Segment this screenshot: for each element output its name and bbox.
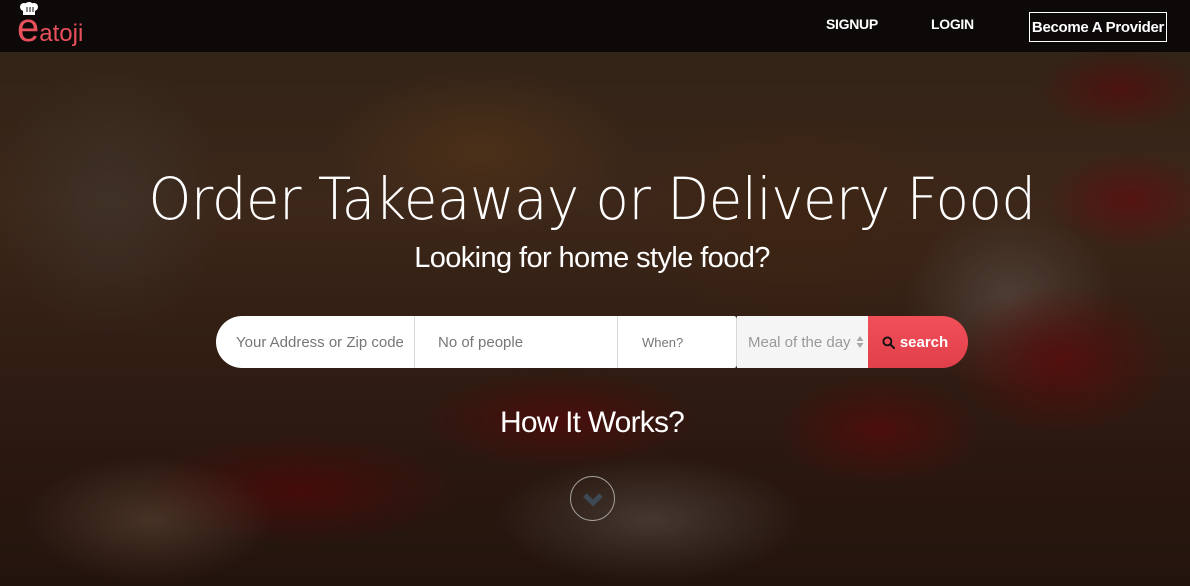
login-link[interactable]: LOGIN bbox=[931, 16, 974, 32]
when-input[interactable] bbox=[642, 334, 736, 350]
chevron-down-icon bbox=[582, 492, 603, 506]
address-input[interactable] bbox=[236, 333, 414, 351]
search-button-label: search bbox=[899, 333, 949, 351]
search-bar: Meal of the day search bbox=[216, 316, 968, 368]
when-field[interactable] bbox=[618, 316, 737, 368]
scroll-down-button[interactable] bbox=[570, 476, 615, 521]
search-button[interactable]: search bbox=[868, 316, 968, 368]
logo[interactable]: eatoji bbox=[15, 2, 95, 50]
address-field[interactable] bbox=[216, 316, 415, 368]
how-it-works-heading: How It Works? bbox=[499, 406, 685, 439]
people-input[interactable] bbox=[438, 333, 617, 351]
hero-headline: Order Takeaway or Delivery Food bbox=[148, 165, 1036, 233]
logo-wordmark: atoji bbox=[39, 20, 84, 47]
search-icon bbox=[882, 335, 895, 349]
meal-select[interactable]: Meal of the day bbox=[737, 316, 868, 368]
logo-text: eatoji bbox=[17, 8, 83, 54]
top-navigation-bar: eatoji SIGNUP LOGIN Become A Provider bbox=[0, 0, 1190, 52]
people-field[interactable] bbox=[415, 316, 618, 368]
select-arrows-icon bbox=[856, 336, 864, 348]
logo-letter-e: e bbox=[17, 6, 40, 50]
meal-select-value: Meal of the day bbox=[748, 333, 851, 351]
hero-subheadline: Looking for home style food? bbox=[414, 242, 770, 274]
signup-link[interactable]: SIGNUP bbox=[826, 16, 878, 32]
become-provider-button[interactable]: Become A Provider bbox=[1029, 12, 1167, 42]
